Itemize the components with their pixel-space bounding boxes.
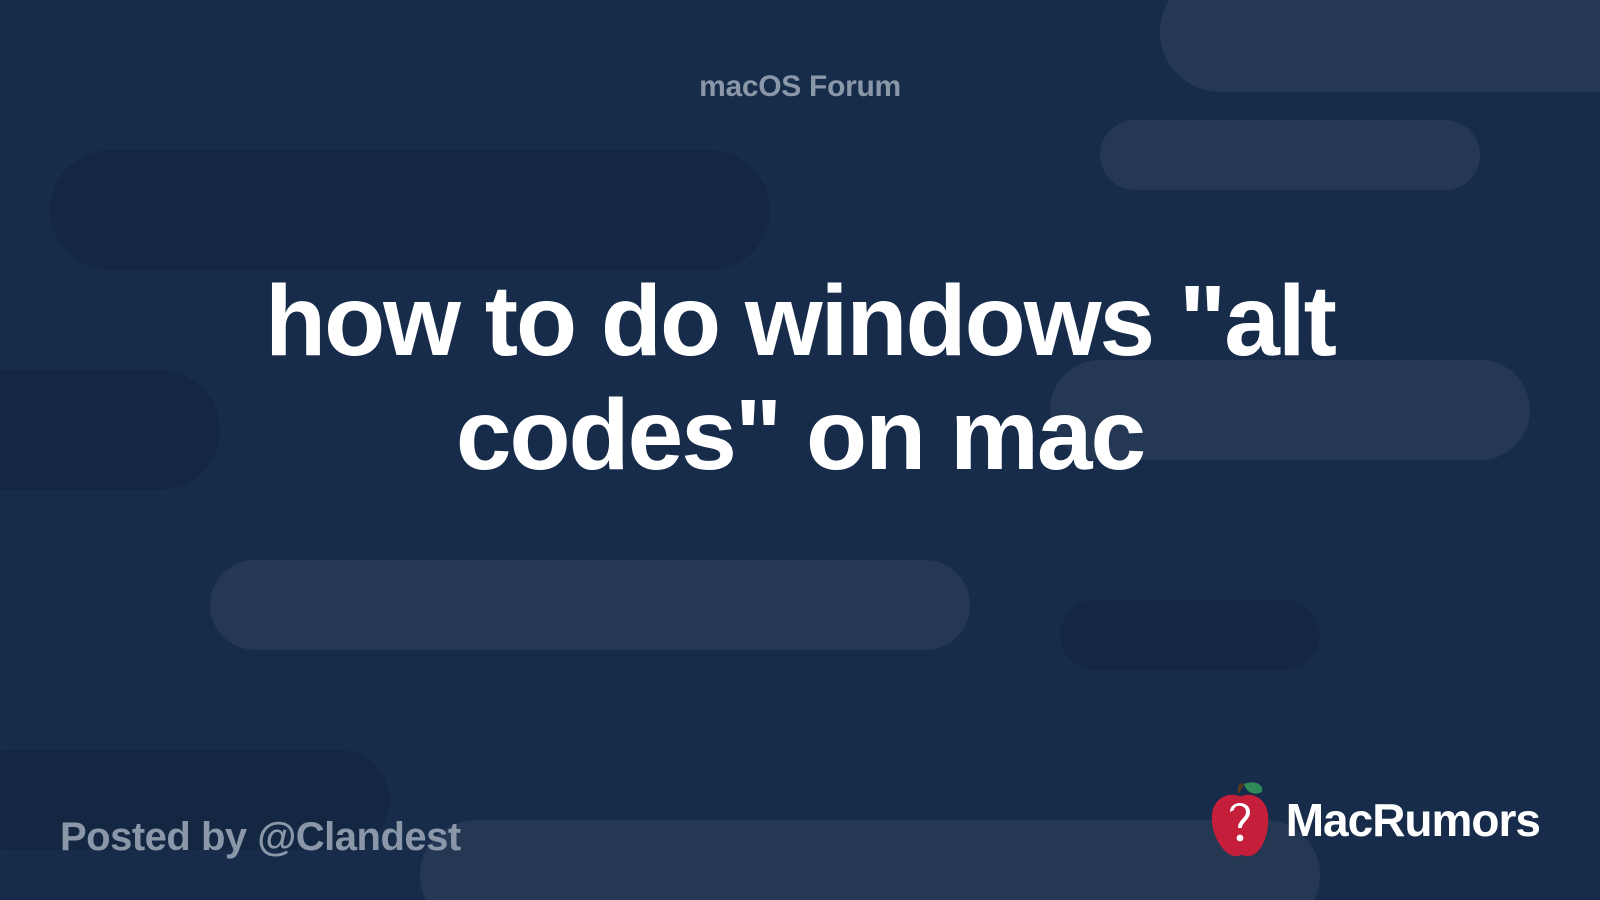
posted-by: Posted by @Clandest	[60, 815, 461, 860]
brand-name: MacRumors	[1286, 793, 1540, 847]
brand-logo: MacRumors	[1204, 780, 1540, 860]
forum-label: macOS Forum	[699, 70, 901, 104]
apple-icon	[1204, 780, 1274, 860]
thread-title: how to do windows "alt codes" on mac	[100, 264, 1500, 492]
footer: Posted by @Clandest MacRumors	[0, 740, 1600, 900]
